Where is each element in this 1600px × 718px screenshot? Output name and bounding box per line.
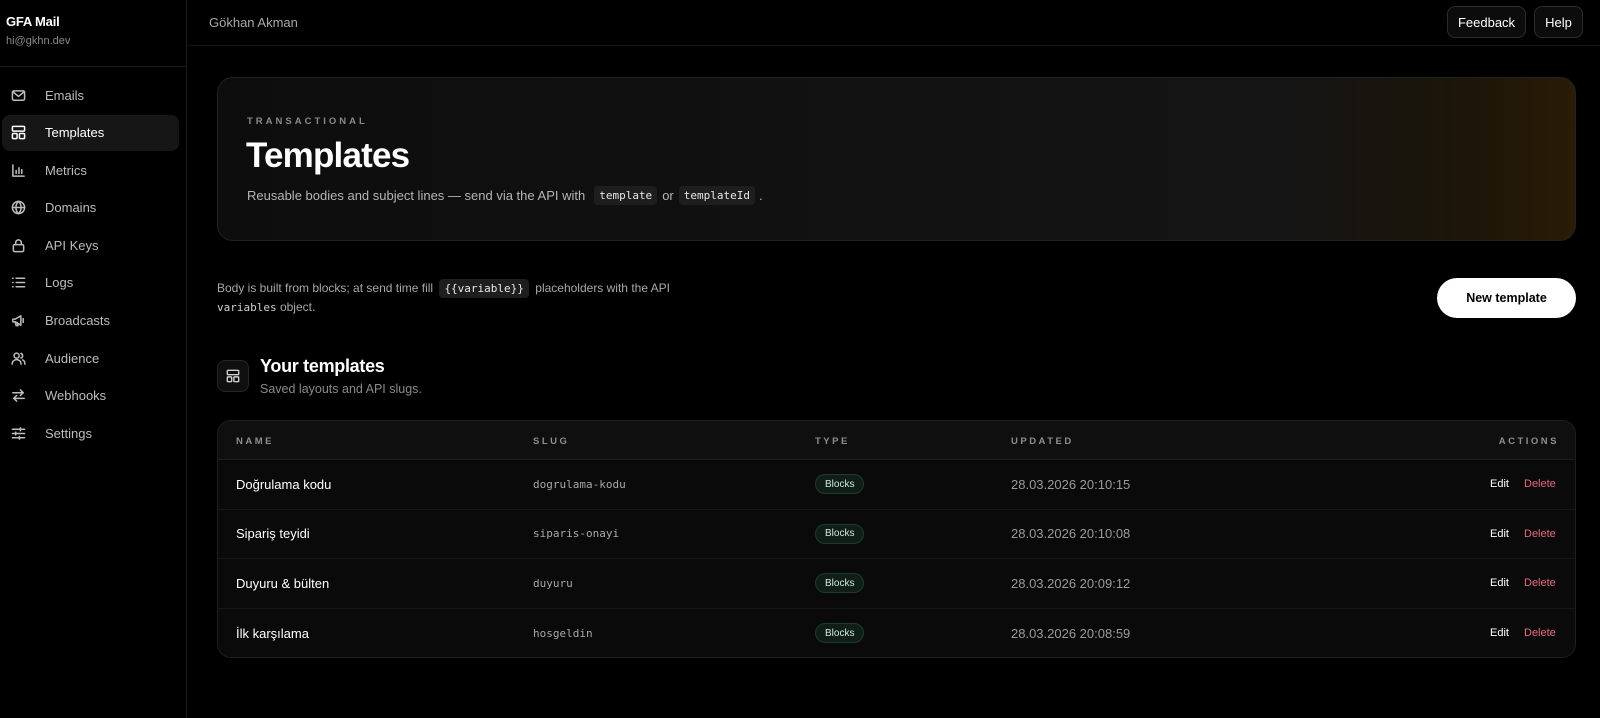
lock-icon <box>10 237 26 253</box>
table-header: NAME SLUG TYPE UPDATED ACTIONS <box>218 421 1575 460</box>
table-body: Doğrulama kodu dogrulama-kodu Blocks 28.03.… <box>218 460 1575 658</box>
delete-link[interactable]: Delete <box>1524 510 1556 559</box>
delete-link[interactable]: Delete <box>1524 559 1556 608</box>
updated-timestamp: 28.03.2026 20:08:59 <box>1011 625 1131 641</box>
sidebar-item-label: Domains <box>45 200 97 216</box>
globe-icon <box>10 200 26 216</box>
delete-link[interactable]: Delete <box>1524 609 1556 658</box>
table-row: Doğrulama kodu dogrulama-kodu Blocks 28.03.… <box>218 460 1575 510</box>
type-cell: Blocks <box>815 559 865 608</box>
code-template-id: templateId <box>678 186 755 205</box>
section-title: Your templates <box>260 356 385 376</box>
hero-desc-text: Reusable bodies and subject lines — send… <box>247 188 586 203</box>
column-header-actions: ACTIONS <box>1498 436 1559 447</box>
sidebar-item-label: Templates <box>45 125 105 141</box>
list-icon <box>10 275 26 291</box>
users-icon <box>10 350 26 366</box>
sidebar-item-label: Settings <box>45 425 92 441</box>
type-badge: Blocks <box>815 523 865 544</box>
edit-link[interactable]: Edit <box>1490 460 1509 509</box>
mail-icon <box>10 87 26 103</box>
intro-text-3: object. <box>279 300 316 314</box>
sidebar-item-broadcasts[interactable]: Broadcasts <box>2 303 179 339</box>
sidebar-item-api-keys[interactable]: API Keys <box>2 227 179 263</box>
sidebar-item-metrics[interactable]: Metrics <box>2 152 179 188</box>
code-template: template <box>594 186 658 205</box>
delete-link[interactable]: Delete <box>1524 460 1556 509</box>
hero-desc-or: or <box>662 188 674 203</box>
feedback-button[interactable]: Feedback <box>1447 6 1526 38</box>
edit-link[interactable]: Edit <box>1490 609 1509 658</box>
code-variable: {{variable}} <box>439 279 529 298</box>
templates-table: NAME SLUG TYPE UPDATED ACTIONS Doğrulama… <box>217 420 1576 658</box>
sidebar-item-label: Metrics <box>45 162 87 178</box>
hero-desc-period: . <box>758 188 763 203</box>
type-badge: Blocks <box>815 474 865 495</box>
sidebar-item-label: Emails <box>45 87 85 103</box>
sidebar-item-webhooks[interactable]: Webhooks <box>2 378 179 414</box>
edit-link[interactable]: Edit <box>1490 559 1509 608</box>
sidebar-item-templates[interactable]: Templates <box>2 114 179 151</box>
intro-text-1: Body is built from blocks; at send time … <box>217 281 434 295</box>
user-name: Gökhan Akman <box>209 15 298 30</box>
intro-text-2: placeholders with the API <box>535 281 671 295</box>
template-name: İlk karşılama <box>236 625 309 641</box>
type-badge: Blocks <box>815 623 865 644</box>
table-row: Duyuru & bülten duyuru Blocks 28.03.2026 20… <box>218 559 1575 609</box>
layout-icon <box>217 360 249 392</box>
column-header-type: TYPE <box>815 436 850 447</box>
type-cell: Blocks <box>815 609 865 658</box>
sidebar-item-label: Webhooks <box>45 388 107 404</box>
type-badge: Blocks <box>815 573 865 594</box>
template-slug: duyuru <box>533 576 573 590</box>
page-title: Templates <box>246 136 410 175</box>
sidebar-item-logs[interactable]: Logs <box>2 265 179 301</box>
table-row: Sipariş teyidi siparis-onayi Blocks 28.03.2… <box>218 510 1575 559</box>
template-name: Doğrulama kodu <box>236 476 332 492</box>
account-email: hi@gkhn.dev <box>6 35 71 47</box>
sidebar-item-emails[interactable]: Emails <box>2 77 179 113</box>
template-slug: dogrulama-kodu <box>533 477 626 491</box>
column-header-updated: UPDATED <box>1011 436 1074 447</box>
sidebar-nav: Emails Templates Metrics Domains API Key… <box>0 67 186 451</box>
type-cell: Blocks <box>815 510 865 559</box>
brand-name: GFA Mail <box>6 14 60 29</box>
layout-icon <box>10 125 26 141</box>
sliders-icon <box>10 425 26 441</box>
sidebar-item-audience[interactable]: Audience <box>2 340 179 376</box>
help-button[interactable]: Help <box>1534 6 1583 38</box>
topbar: Gökhan Akman Feedback Help <box>188 0 1600 46</box>
hero-card: TRANSACTIONAL Templates Reusable bodies … <box>217 77 1576 241</box>
table-row: İlk karşılama hosgeldin Blocks 28.03.2026 2… <box>218 609 1575 658</box>
sidebar-item-label: Broadcasts <box>45 313 111 329</box>
sidebar-item-label: Logs <box>45 275 74 291</box>
new-template-button[interactable]: New template <box>1437 278 1576 318</box>
updated-timestamp: 28.03.2026 20:09:12 <box>1011 575 1131 591</box>
bar-chart-icon <box>10 162 26 178</box>
sidebar-item-domains[interactable]: Domains <box>2 190 179 226</box>
template-name: Duyuru & bülten <box>236 575 330 591</box>
template-slug: hosgeldin <box>533 626 593 640</box>
sidebar-item-label: API Keys <box>45 237 99 253</box>
updated-timestamp: 28.03.2026 20:10:15 <box>1011 476 1131 492</box>
sidebar: GFA Mail hi@gkhn.dev Emails Templates Me… <box>0 0 187 718</box>
column-header-name: NAME <box>236 436 274 447</box>
brand: GFA Mail hi@gkhn.dev <box>0 0 186 67</box>
template-name: Sipariş teyidi <box>236 526 310 542</box>
hero-overline: TRANSACTIONAL <box>247 116 368 127</box>
intro-text: Body is built from blocks; at send time … <box>217 279 687 317</box>
hero-description: Reusable bodies and subject lines — send… <box>247 186 763 205</box>
code-variables: variables <box>217 301 277 314</box>
sidebar-item-settings[interactable]: Settings <box>2 415 179 451</box>
updated-timestamp: 28.03.2026 20:10:08 <box>1011 526 1131 542</box>
column-header-slug: SLUG <box>533 436 570 447</box>
type-cell: Blocks <box>815 460 865 509</box>
edit-link[interactable]: Edit <box>1490 510 1509 559</box>
sidebar-item-label: Audience <box>45 350 100 366</box>
template-slug: siparis-onayi <box>533 527 620 541</box>
section-subtitle: Saved layouts and API slugs. <box>260 382 422 396</box>
arrows-icon <box>10 388 26 404</box>
megaphone-icon <box>10 313 26 329</box>
